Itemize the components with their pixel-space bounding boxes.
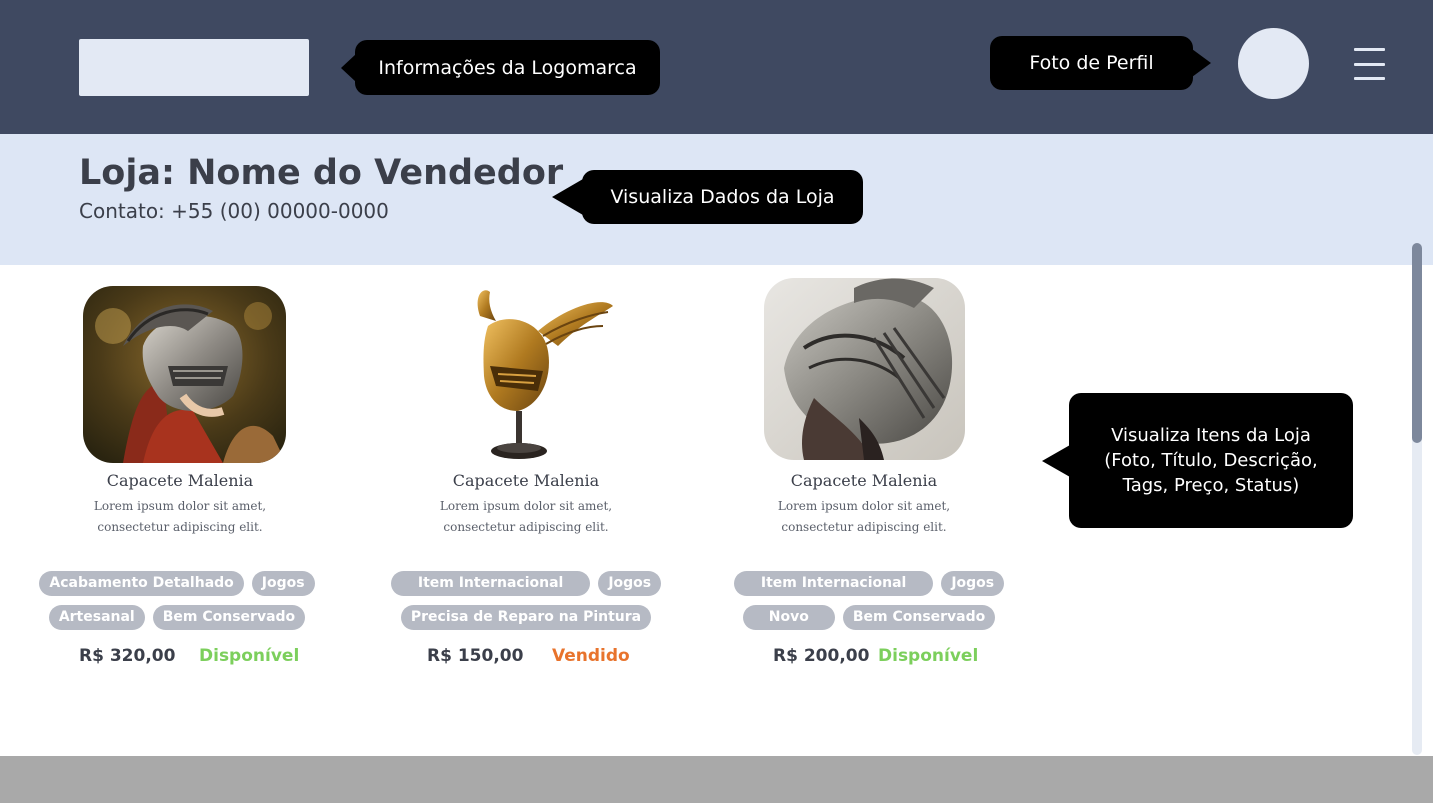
item-description: Lorem ipsum dolor sit amet, consectetur …: [704, 496, 1024, 538]
item-photo-silver-helmet[interactable]: [764, 278, 965, 460]
store-items-callout-line: Tags, Preço, Status): [1122, 475, 1300, 496]
item-tag-row: Item Internacional Jogos: [366, 571, 686, 596]
store-data-callout-text: Visualiza Dados da Loja: [610, 186, 835, 208]
item-tag-row: Acabamento Detalhado Jogos: [17, 571, 337, 596]
item-description: Lorem ipsum dolor sit amet, consectetur …: [366, 496, 686, 538]
item-tag-row: Precisa de Reparo na Pintura: [366, 605, 686, 630]
vertical-scrollbar[interactable]: [1412, 243, 1422, 755]
item-tag[interactable]: Bem Conservado: [842, 605, 996, 630]
item-tag[interactable]: Bem Conservado: [152, 605, 306, 630]
item-tag[interactable]: Acabamento Detalhado: [39, 571, 244, 596]
store-data-callout: Visualiza Dados da Loja: [582, 170, 863, 224]
top-header: Informações da Logomarca Foto de Perfil: [0, 0, 1433, 134]
item-price: R$ 320,00: [79, 646, 176, 666]
profile-photo-callout-text: Foto de Perfil: [1029, 52, 1154, 74]
menu-icon[interactable]: [1354, 48, 1385, 80]
store-items-callout-line: (Foto, Título, Descrição,: [1104, 450, 1318, 471]
item-price: R$ 200,00: [773, 646, 870, 666]
store-title: Loja: Nome do Vendedor: [79, 153, 564, 193]
store-items-callout-line: Visualiza Itens da Loja: [1111, 425, 1311, 446]
item-status: Disponível: [878, 646, 979, 666]
profile-avatar[interactable]: [1238, 28, 1309, 99]
item-description-line: Lorem ipsum dolor sit amet,: [439, 499, 613, 513]
item-description-line: consectetur adipiscing elit.: [97, 520, 263, 534]
item-tag[interactable]: Jogos: [941, 571, 1005, 596]
item-description: Lorem ipsum dolor sit amet, consectetur …: [20, 496, 340, 538]
item-tag[interactable]: Precisa de Reparo na Pintura: [400, 605, 652, 630]
item-tag-row: Novo Bem Conservado: [709, 605, 1029, 630]
item-description-line: consectetur adipiscing elit.: [781, 520, 947, 534]
item-tag[interactable]: Jogos: [598, 571, 662, 596]
logo-placeholder[interactable]: [79, 39, 309, 96]
store-contact: Contato: +55 (00) 00000-0000: [79, 199, 389, 223]
bottom-bar: [0, 756, 1433, 803]
item-status: Disponível: [199, 646, 300, 666]
item-title[interactable]: Capacete Malenia: [20, 471, 340, 490]
logo-info-callout-text: Informações da Logomarca: [378, 56, 637, 79]
store-items-callout: Visualiza Itens da Loja (Foto, Título, D…: [1069, 393, 1353, 528]
item-title[interactable]: Capacete Malenia: [366, 471, 686, 490]
profile-photo-callout: Foto de Perfil: [990, 36, 1193, 90]
item-tag[interactable]: Item Internacional: [733, 571, 934, 596]
scrollbar-thumb[interactable]: [1412, 243, 1422, 443]
item-description-line: Lorem ipsum dolor sit amet,: [93, 499, 267, 513]
item-photo-golden-helmet[interactable]: [428, 286, 630, 466]
item-tag[interactable]: Novo: [742, 605, 835, 630]
item-description-line: Lorem ipsum dolor sit amet,: [777, 499, 951, 513]
item-title[interactable]: Capacete Malenia: [704, 471, 1024, 490]
item-description-line: consectetur adipiscing elit.: [443, 520, 609, 534]
item-price: R$ 150,00: [427, 646, 524, 666]
item-tag[interactable]: Item Internacional: [390, 571, 591, 596]
item-status: Vendido: [552, 646, 630, 666]
item-tag-row: Item Internacional Jogos: [709, 571, 1029, 596]
item-tag-row: Artesanal Bem Conservado: [17, 605, 337, 630]
item-tag[interactable]: Jogos: [251, 571, 315, 596]
logo-info-callout: Informações da Logomarca: [355, 40, 660, 95]
item-tag[interactable]: Artesanal: [48, 605, 145, 630]
item-photo-helmet-woman[interactable]: [83, 286, 286, 463]
